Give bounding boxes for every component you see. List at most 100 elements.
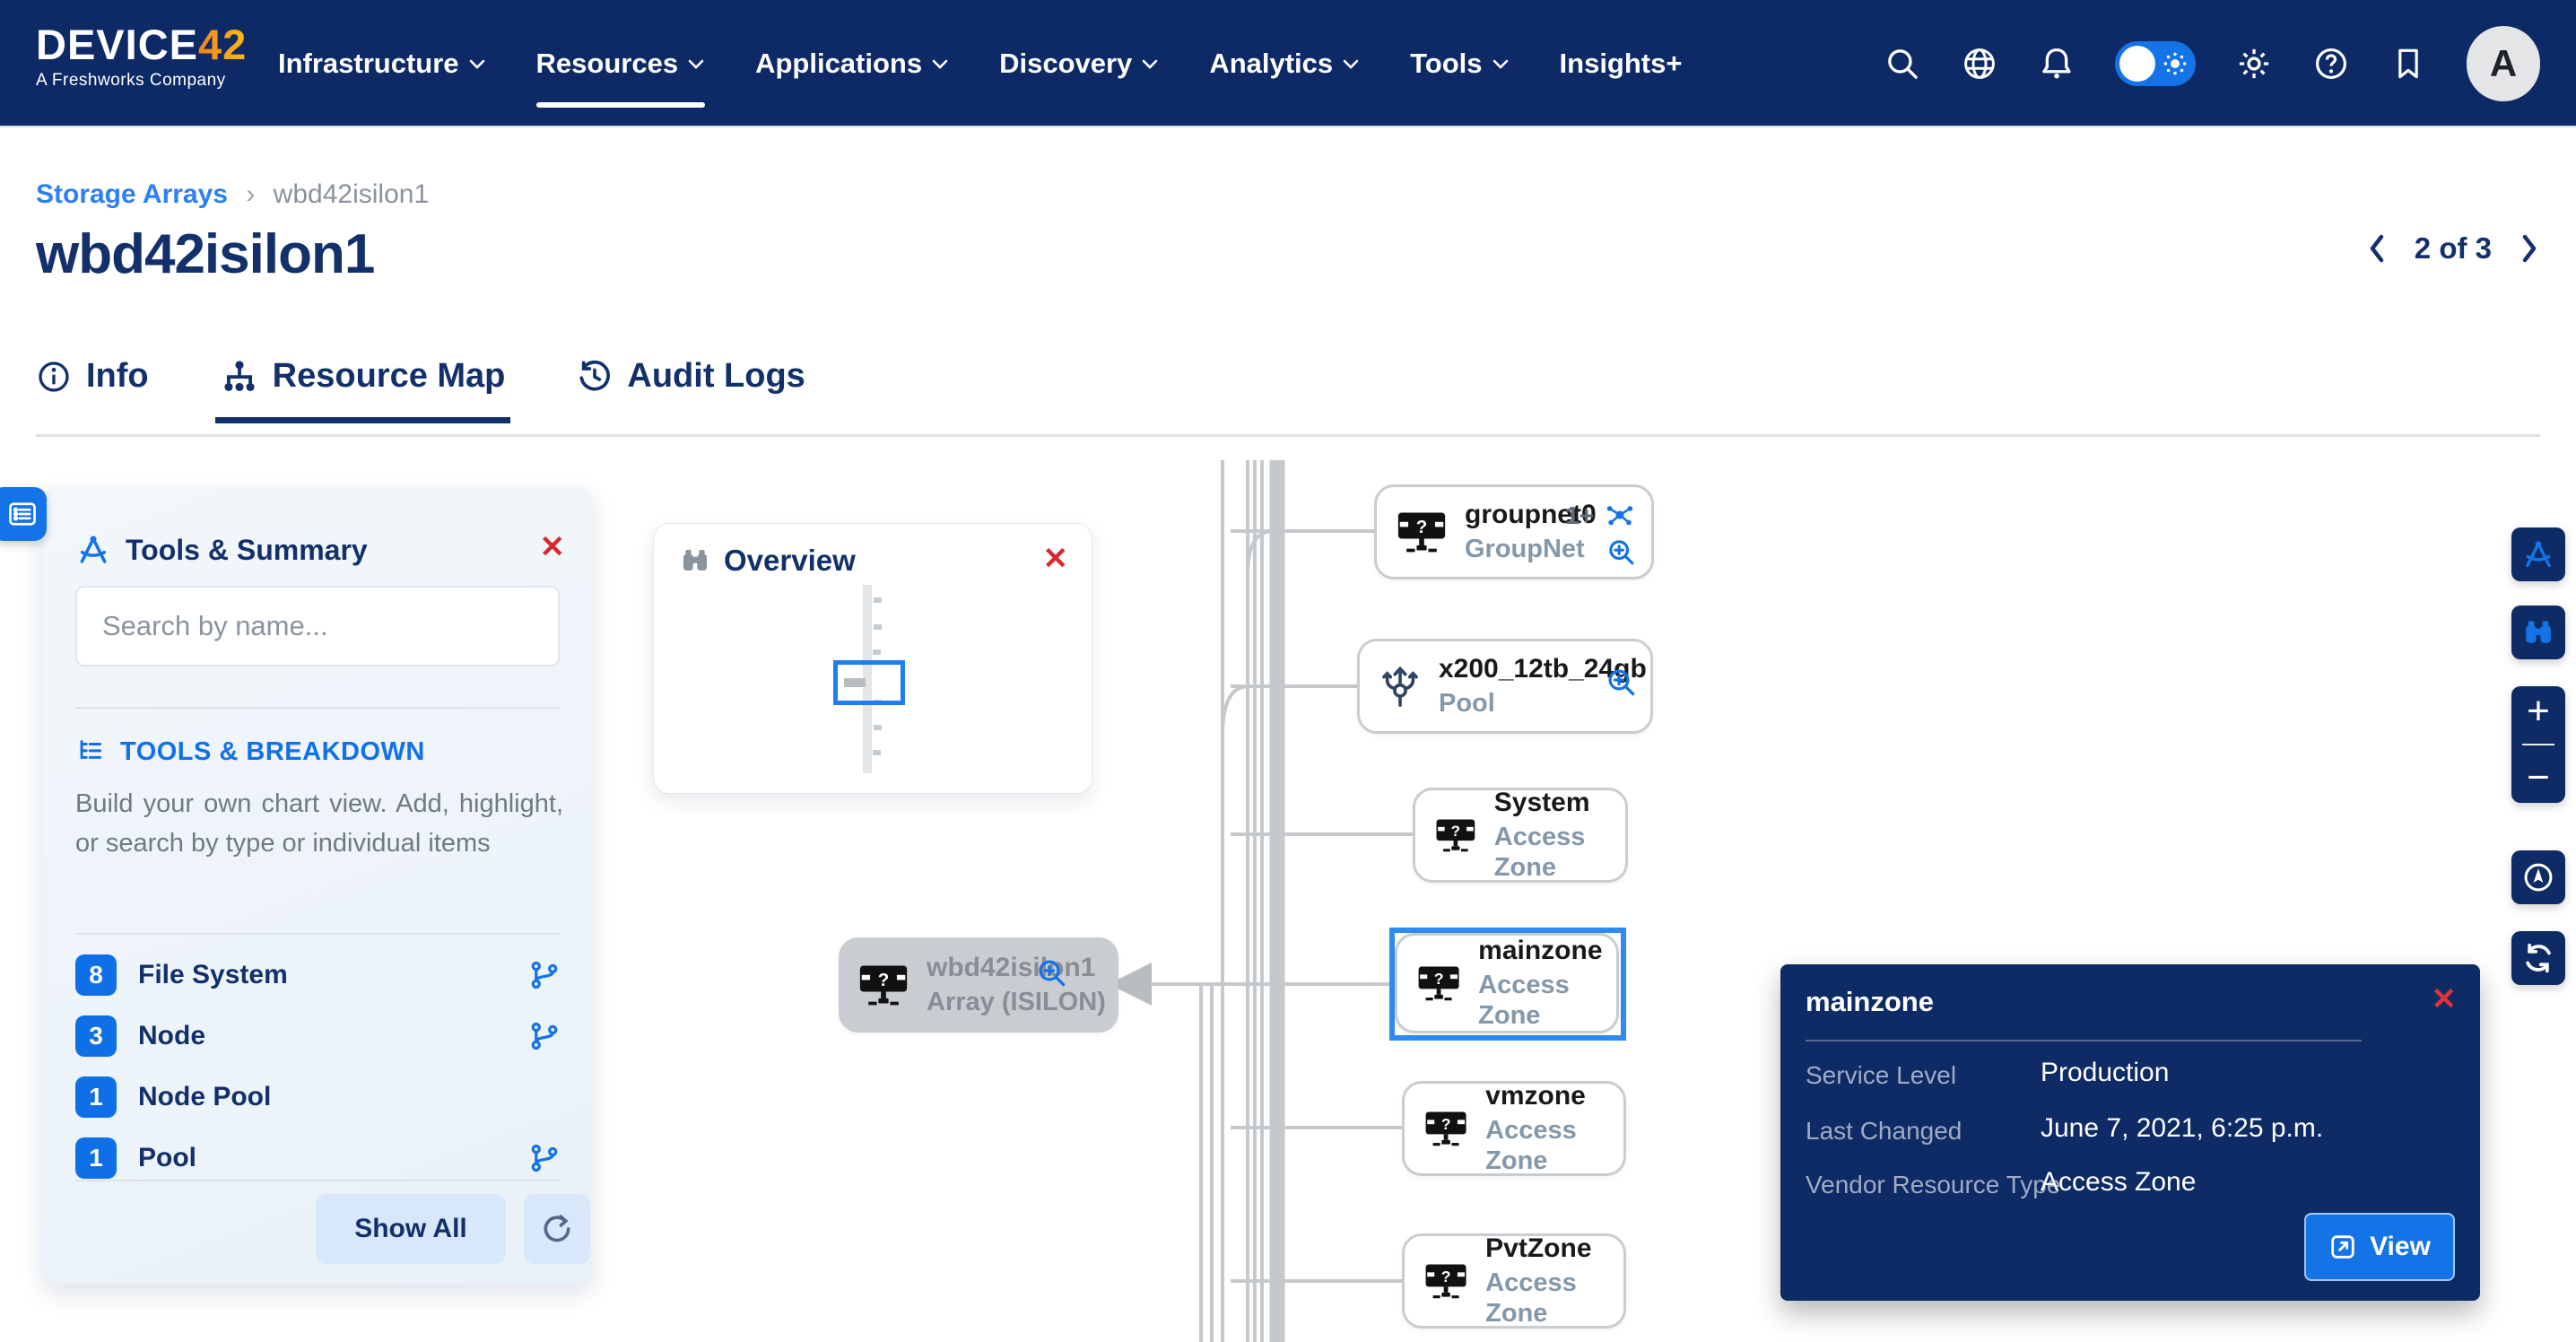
toolbar-sync-button[interactable] [2511,931,2565,985]
app-root: DEVICE42 A Freshworks Company Infrastruc… [0,0,2576,1342]
menu-analytics[interactable]: Analytics [1209,0,1360,127]
minimap-current-node [844,678,866,687]
collapsed-count-badge: 1+ [1565,501,1594,530]
node-text: wbd42isilon1 Array (ISILON) [927,953,1106,1018]
overview-title: Overview [679,544,856,578]
minimap-node [873,649,881,655]
refresh-icon [540,1212,574,1246]
zoom-in-icon[interactable] [1606,667,1638,699]
logo-subtitle: A Freshworks Company [36,71,247,91]
breakdown-row-file-system[interactable]: 8 File System [75,954,560,997]
zoom-in-icon[interactable] [1606,537,1637,568]
node-name: mainzone [1478,936,1616,967]
node-mainzone[interactable]: ? mainzone Access Zone [1395,933,1619,1033]
popup-title: mainzone [1806,986,1934,1018]
tools-panel-toggle-button[interactable] [0,487,47,541]
svg-text:?: ? [1416,517,1428,537]
caret-down-icon [687,57,705,70]
compass-icon [2521,860,2555,894]
breakdown-row-node[interactable]: 3 Node [75,1015,560,1058]
notifications-bell-icon[interactable] [2038,45,2076,83]
node-text: PvtZone Access Zone [1485,1233,1623,1329]
tools-summary-panel: Tools & Summary ✕ TOOLS & BREAKDOWN Buil… [43,487,592,1285]
branch-icon[interactable] [529,1021,560,1051]
node-name: PvtZone [1485,1233,1623,1265]
mainzone-detail-popup: mainzone ✕ Service Level Production Last… [1780,964,2480,1301]
tools-panel-title: Tools & Summary [126,534,368,567]
user-avatar[interactable]: A [2467,26,2540,101]
count-badge: 3 [75,1015,117,1057]
main-menu: Infrastructure Resources Applications Di… [278,0,1682,127]
toolbar-overview-button[interactable] [2511,606,2565,659]
node-system[interactable]: ? System Access Zone [1413,788,1628,883]
divider [75,1180,560,1181]
menu-insights[interactable]: Insights+ [1560,0,1683,127]
branch-icon[interactable] [529,1143,560,1173]
minimap-node [874,624,882,630]
node-text: System Access Zone [1494,788,1625,883]
overview-minimap-panel: Overview ✕ [653,523,1092,794]
menu-discovery[interactable]: Discovery [999,0,1159,127]
tools-breakdown-section-header[interactable]: TOOLS & BREAKDOWN [75,736,425,767]
node-name: wbd42isilon1 [927,953,1106,984]
breakdown-row-node-pool[interactable]: 1 Node Pool [75,1076,560,1119]
zoom-in-icon[interactable] [1036,957,1068,989]
overview-close-button[interactable]: ✕ [1043,544,1069,574]
popup-row-label: Vendor Resource Type [1806,1171,2060,1199]
count-badge: 1 [75,1076,117,1118]
node-text: vmzone Access Zone [1485,1081,1623,1176]
node-type: GroupNet [1465,535,1597,564]
search-icon[interactable] [1884,45,1921,83]
node-type: Access Zone [1494,823,1625,883]
zoom-out-button[interactable]: − [2527,758,2550,797]
breakdown-row-pool[interactable]: 1 Pool [75,1137,560,1180]
globe-icon[interactable] [1961,45,1998,83]
bookmark-icon[interactable] [2389,45,2427,83]
node-text: mainzone Access Zone [1478,936,1616,1031]
node-wbd42isilon1-array[interactable]: ? wbd42isilon1 Array (ISILON) [839,937,1118,1033]
svg-text:?: ? [878,970,890,990]
menu-resources[interactable]: Resources [536,0,706,127]
device-question-icon: ? [1417,961,1460,1006]
popup-row-value: Access Zone [2041,1167,2196,1198]
caret-down-icon [1342,57,1360,70]
sun-icon [2162,50,2189,77]
popup-row-value: Production [2041,1058,2169,1088]
row-label: Pool [138,1143,196,1173]
popup-close-button[interactable]: ✕ [2432,984,2458,1015]
toggle-knob-icon [2119,46,2155,82]
menu-applications[interactable]: Applications [755,0,949,127]
show-all-button[interactable]: Show All [316,1194,506,1264]
device42-logo[interactable]: DEVICE42 A Freshworks Company [36,23,247,91]
row-label: Node [138,1021,205,1051]
popup-row-label: Service Level [1806,1061,1956,1090]
branch-icon[interactable] [529,960,560,990]
zoom-in-button[interactable]: + [2527,692,2550,731]
minimap-node [873,750,881,755]
tools-panel-close-button[interactable]: ✕ [540,532,566,562]
node-x200-pool[interactable]: x200_12tb_24gb Pool [1357,639,1653,734]
menu-infrastructure[interactable]: Infrastructure [278,0,486,127]
expand-network-icon[interactable] [1605,500,1635,530]
help-icon[interactable] [2312,45,2350,83]
drafting-compass-icon [75,532,111,568]
panel-refresh-button[interactable] [524,1194,590,1264]
theme-toggle[interactable] [2115,41,2196,86]
minimap-node [874,725,882,730]
view-button[interactable]: View [2304,1213,2455,1281]
drafting-compass-icon [2521,537,2555,571]
node-groupnet0[interactable]: ? groupnet0 GroupNet 1+ [1374,484,1654,580]
menu-tools[interactable]: Tools [1410,0,1509,127]
node-type: Array (ISILON) [927,988,1106,1017]
caret-down-icon [1141,57,1159,70]
search-input[interactable] [75,586,560,667]
node-vmzone[interactable]: ? vmzone Access Zone [1402,1081,1626,1176]
divider [75,933,560,935]
toolbar-tools-button[interactable] [2511,527,2565,581]
node-pvtzone[interactable]: ? PvtZone Access Zone [1402,1233,1626,1329]
toolbar-recenter-button[interactable] [2511,850,2565,904]
node-type: Access Zone [1478,971,1616,1031]
external-link-icon [2328,1233,2357,1261]
minimap-node [874,597,882,603]
settings-gear-icon[interactable] [2235,45,2273,83]
